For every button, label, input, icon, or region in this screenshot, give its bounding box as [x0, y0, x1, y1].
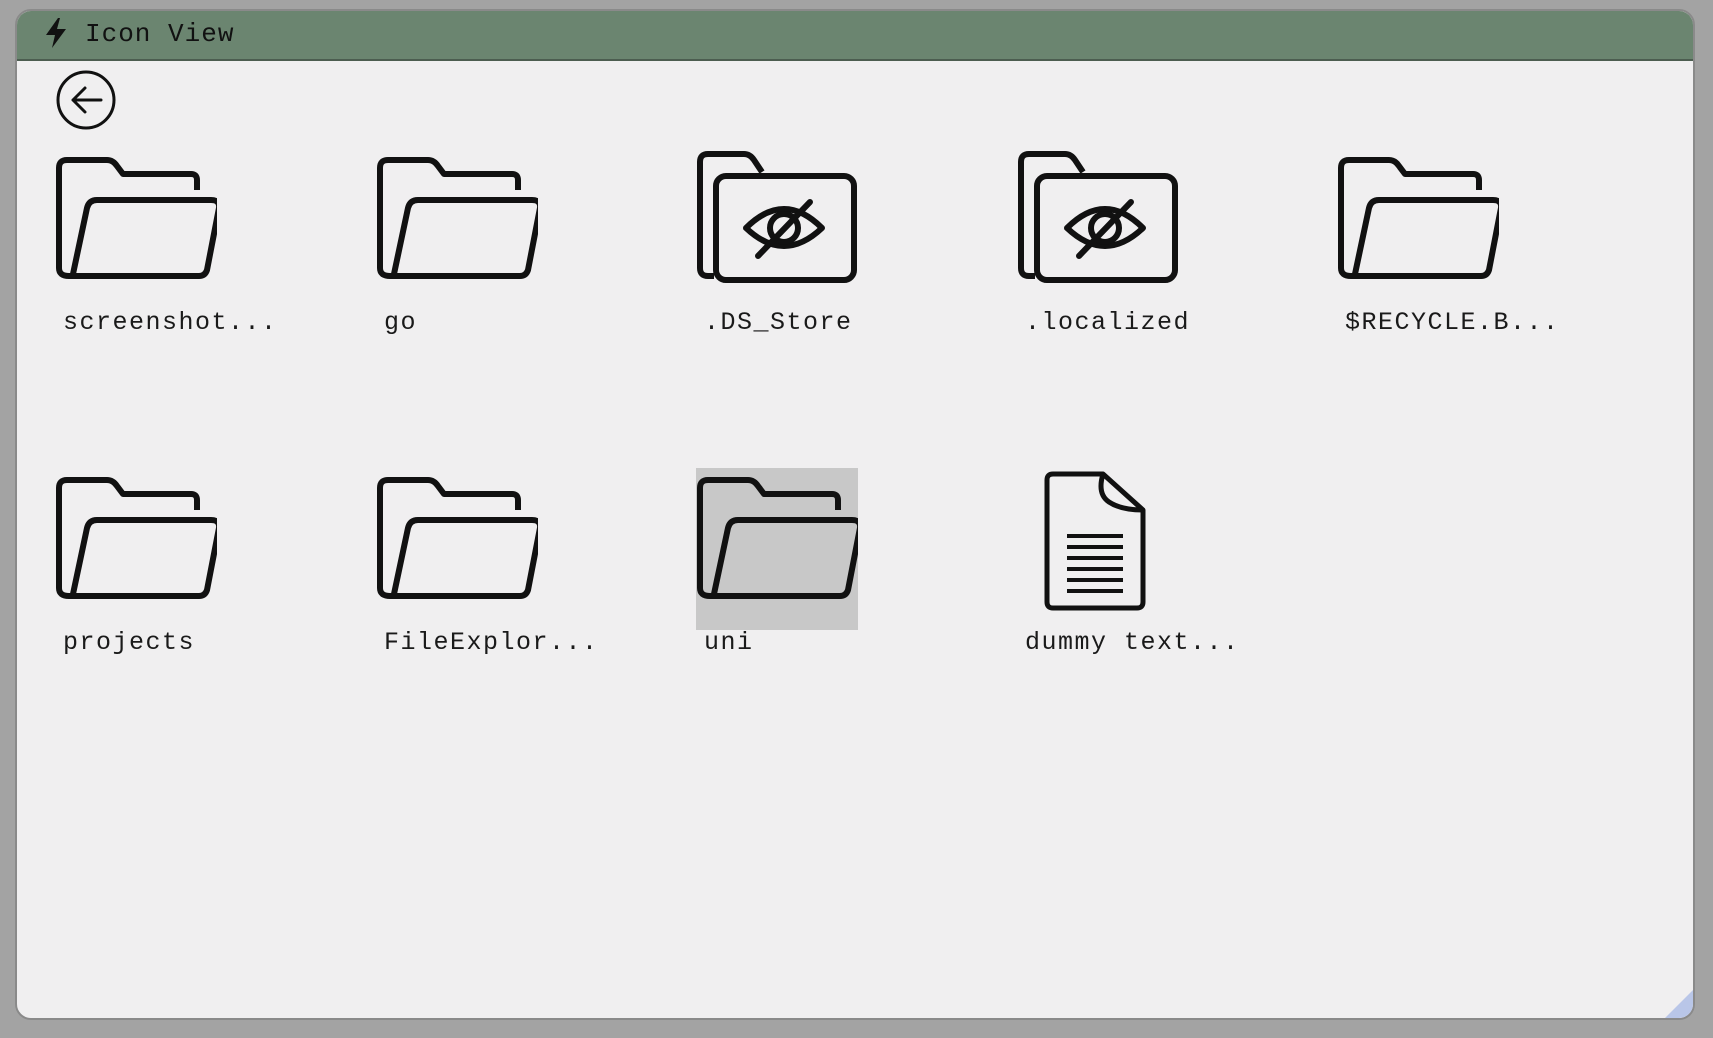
back-button-icon[interactable] — [55, 69, 117, 131]
item-label: uni — [704, 628, 754, 657]
folder-icon — [377, 477, 538, 599]
item-label: $RECYCLE.B... — [1345, 308, 1560, 337]
item-label: screenshot... — [63, 308, 278, 337]
title-bar[interactable]: Icon View — [17, 11, 1693, 61]
item-localized[interactable]: .localized — [1017, 148, 1237, 408]
item-label: go — [384, 308, 418, 337]
resize-handle-icon[interactable] — [1665, 990, 1693, 1018]
item-screenshot[interactable]: screenshot... — [55, 148, 278, 408]
folder-icon — [56, 157, 217, 279]
window-title: Icon View — [85, 19, 235, 49]
item-uni[interactable]: uni — [696, 468, 916, 728]
item-label: FileExplor... — [384, 628, 599, 657]
item-label: dummy text... — [1025, 628, 1240, 657]
item-ds-store[interactable]: .DS_Store — [696, 148, 916, 408]
folder-icon — [696, 468, 858, 630]
hidden-folder-icon — [697, 151, 857, 283]
item-label: .DS_Store — [704, 308, 853, 337]
item-recycle-bin[interactable]: $RECYCLE.B... — [1337, 148, 1560, 408]
item-label: .localized — [1025, 308, 1191, 337]
item-projects[interactable]: projects — [55, 468, 275, 728]
folder-icon — [1338, 157, 1499, 279]
item-dummy-text[interactable]: dummy text... — [1017, 468, 1240, 728]
hidden-folder-icon — [1018, 151, 1178, 283]
lightning-icon — [46, 18, 66, 48]
folder-icon — [56, 477, 217, 599]
file-explorer-window: Icon View screenshot... go .DS_Store .lo… — [15, 9, 1695, 1020]
document-icon — [1044, 471, 1146, 611]
item-label: projects — [63, 628, 196, 657]
folder-icon — [377, 157, 538, 279]
item-go[interactable]: go — [376, 148, 596, 408]
item-fileexplorer[interactable]: FileExplor... — [376, 468, 599, 728]
